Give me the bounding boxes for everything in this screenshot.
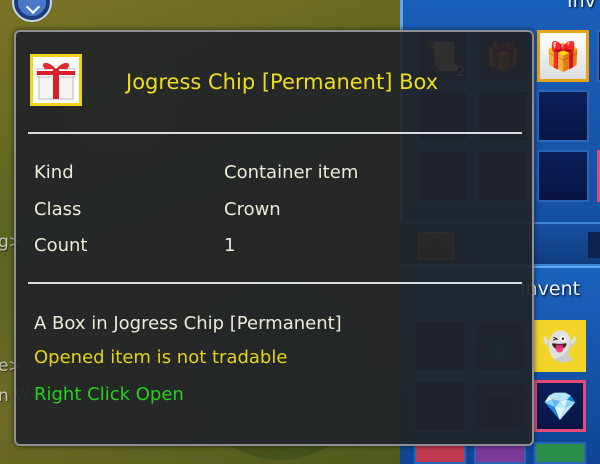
item-icon-frame	[30, 54, 82, 106]
class-label: Class	[34, 199, 82, 220]
minimap-compass-icon[interactable]	[12, 0, 52, 22]
inventory-slot-selected[interactable]: 🎁	[537, 30, 589, 82]
claw-item-icon: 💎	[542, 389, 578, 423]
inventory-slot[interactable]	[537, 150, 589, 202]
gift-box-icon	[36, 62, 76, 100]
class-value: Crown	[224, 199, 281, 220]
gift-box-icon: 🎁	[545, 39, 581, 73]
inventory-scroll-handle[interactable]	[588, 232, 600, 258]
item-name: Jogress Chip [Permanent] Box	[126, 70, 439, 94]
inventory-slot[interactable]: 💎	[534, 380, 586, 432]
inventory-title: Inv	[567, 0, 596, 12]
inventory-slot[interactable]	[534, 442, 586, 464]
action-hint: Right Click Open	[34, 384, 184, 405]
item-tooltip: Jogress Chip [Permanent] Box Kind Contai…	[14, 30, 534, 446]
ghost-digimon-icon: 👻	[542, 329, 578, 363]
inventory-slot[interactable]: 👻	[534, 320, 586, 372]
count-value: 1	[224, 235, 236, 256]
kind-label: Kind	[34, 162, 74, 183]
item-description: A Box in Jogress Chip [Permanent]	[34, 313, 342, 334]
divider	[28, 132, 522, 134]
tradable-note: Opened item is not tradable	[34, 347, 288, 368]
inventory-slot[interactable]	[537, 90, 589, 142]
count-label: Count	[34, 235, 88, 256]
divider	[28, 282, 522, 284]
kind-value: Container item	[224, 162, 359, 183]
